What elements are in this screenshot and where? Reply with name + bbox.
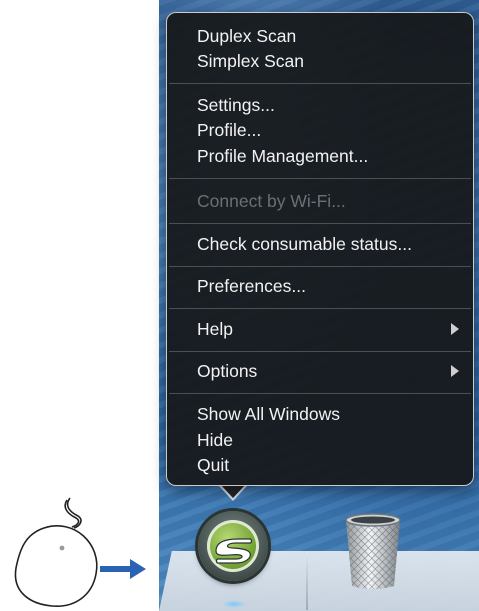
running-indicator (222, 600, 246, 608)
menu-item-check-consumable-status[interactable]: Check consumable status... (197, 233, 459, 255)
submenu-arrow-icon (451, 323, 459, 335)
menu-separator (169, 308, 471, 309)
menu-pointer (220, 484, 246, 498)
submenu-arrow-icon (451, 365, 459, 377)
menu-item-connect-wifi: Connect by Wi-Fi... (197, 191, 346, 211)
right-arrow-icon (100, 559, 146, 579)
menu-item-help-label: Help (197, 319, 233, 339)
mouse-icon (14, 497, 98, 607)
scansnap-s-glyph-icon (215, 538, 253, 564)
menu-separator (169, 223, 471, 224)
menu-item-help[interactable]: Help (197, 318, 459, 340)
menu-separator (169, 393, 471, 394)
dock-divider (306, 552, 308, 610)
menu-item-profile[interactable]: Profile... (197, 119, 459, 141)
menu-item-settings[interactable]: Settings... (197, 94, 459, 116)
menu-separator (169, 266, 471, 267)
dock-context-menu: Duplex Scan Simplex Scan Settings... Pro… (166, 12, 474, 486)
menu-item-options-label: Options (197, 361, 258, 381)
menu-item-duplex-scan[interactable]: Duplex Scan (197, 25, 459, 47)
menu-item-simplex-scan[interactable]: Simplex Scan (197, 50, 459, 72)
menu-separator (169, 178, 471, 179)
menu-item-preferences[interactable]: Preferences... (197, 275, 459, 297)
menu-item-options[interactable]: Options (197, 360, 459, 382)
menu-separator (169, 83, 471, 84)
trash-icon[interactable] (340, 512, 406, 592)
menu-item-profile-management[interactable]: Profile Management... (197, 145, 459, 167)
menu-item-show-all-windows[interactable]: Show All Windows (197, 403, 459, 425)
scansnap-icon[interactable] (198, 511, 268, 581)
menu-item-hide[interactable]: Hide (197, 429, 459, 451)
menu-separator (169, 351, 471, 352)
menu-item-quit[interactable]: Quit (197, 454, 459, 476)
